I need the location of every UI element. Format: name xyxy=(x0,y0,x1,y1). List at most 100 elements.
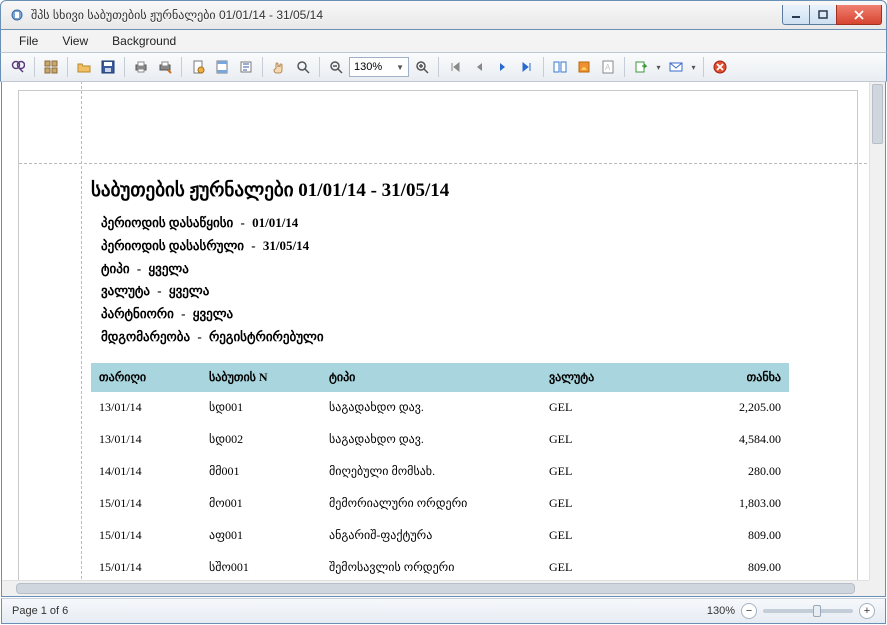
col-amount: თანხა xyxy=(671,363,789,392)
magnifier-icon[interactable] xyxy=(292,56,314,78)
meta-currency-value: ყველა xyxy=(169,283,209,298)
search-icon[interactable] xyxy=(7,56,29,78)
vertical-scrollbar[interactable] xyxy=(869,82,885,580)
table-row: 13/01/14სდ002საგადახდო დავ.GEL4,584.00 xyxy=(91,424,789,456)
margin-guide-v xyxy=(81,82,82,580)
window-title: შპს სხივი საბუთების ჟურნალები 01/01/14 -… xyxy=(31,8,783,22)
meta-type-value: ყველა xyxy=(148,261,188,276)
next-page-icon[interactable] xyxy=(492,56,514,78)
cell-currency: GEL xyxy=(541,520,671,552)
col-type: ტიპი xyxy=(321,363,541,392)
first-page-icon[interactable] xyxy=(444,56,466,78)
cell-docno: სშო001 xyxy=(201,552,321,581)
cell-currency: GEL xyxy=(541,392,671,424)
cell-currency: GEL xyxy=(541,488,671,520)
minimize-button[interactable] xyxy=(782,5,810,25)
cell-currency: GEL xyxy=(541,456,671,488)
toolbar: 130% ▼ A ▾ ▾ xyxy=(0,52,887,82)
meta-period-start: 01/01/14 xyxy=(252,215,298,230)
cell-type: საგადახდო დავ. xyxy=(321,392,541,424)
document-viewport: საბუთების ჟურნალები 01/01/14 - 31/05/14 … xyxy=(1,82,886,597)
print-icon[interactable] xyxy=(130,56,152,78)
cell-currency: GEL xyxy=(541,552,671,581)
cell-amount: 809.00 xyxy=(671,520,789,552)
status-zoom-value: 130% xyxy=(707,605,735,617)
open-icon[interactable] xyxy=(73,56,95,78)
cell-amount: 2,205.00 xyxy=(671,392,789,424)
meta-period-start-label: პერიოდის დასაწყისი xyxy=(101,215,233,230)
menu-background[interactable]: Background xyxy=(102,32,186,50)
margin-guide-h xyxy=(19,163,869,164)
export-document-icon[interactable] xyxy=(630,56,652,78)
meta-currency-label: ვალუტა xyxy=(101,283,150,298)
cell-type: მიღებული მომსახ. xyxy=(321,456,541,488)
hand-tool-icon[interactable] xyxy=(268,56,290,78)
save-icon[interactable] xyxy=(97,56,119,78)
menu-file[interactable]: File xyxy=(9,32,48,50)
cell-type: ანგარიშ-ფაქტურა xyxy=(321,520,541,552)
zoom-out-icon[interactable] xyxy=(325,56,347,78)
report-meta: პერიოდის დასაწყისი - 01/01/14 პერიოდის დ… xyxy=(91,212,789,349)
cell-date: 15/01/14 xyxy=(91,520,201,552)
close-preview-icon[interactable] xyxy=(709,56,731,78)
statusbar: Page 1 of 6 130% − + xyxy=(1,598,886,624)
page-setup-icon[interactable] xyxy=(187,56,209,78)
table-row: 13/01/14სდ001საგადახდო დავ.GEL2,205.00 xyxy=(91,392,789,424)
table-row: 15/01/14აფ001ანგარიშ-ფაქტურაGEL809.00 xyxy=(91,520,789,552)
table-row: 14/01/14მმ001მიღებული მომსახ.GEL280.00 xyxy=(91,456,789,488)
multipage-icon[interactable] xyxy=(549,56,571,78)
cell-date: 15/01/14 xyxy=(91,488,201,520)
cell-docno: მმ001 xyxy=(201,456,321,488)
page-info: Page 1 of 6 xyxy=(12,605,68,617)
scale-icon[interactable] xyxy=(235,56,257,78)
menu-view[interactable]: View xyxy=(52,32,98,50)
table-row: 15/01/14მო001მემორიალური ორდერიGEL1,803.… xyxy=(91,488,789,520)
cell-type: მემორიალური ორდერი xyxy=(321,488,541,520)
table-row: 15/01/14სშო001შემოსავლის ორდერიGEL809.00 xyxy=(91,552,789,581)
app-icon xyxy=(9,7,25,23)
email-dropdown-icon[interactable]: ▾ xyxy=(689,56,698,78)
cell-amount: 809.00 xyxy=(671,552,789,581)
zoom-combo[interactable]: 130% ▼ xyxy=(349,57,409,77)
close-button[interactable] xyxy=(836,5,882,25)
document-canvas[interactable]: საბუთების ჟურნალები 01/01/14 - 31/05/14 … xyxy=(2,82,869,580)
cell-date: 15/01/14 xyxy=(91,552,201,581)
email-icon[interactable] xyxy=(665,56,687,78)
cell-docno: აფ001 xyxy=(201,520,321,552)
quick-print-icon[interactable] xyxy=(154,56,176,78)
cell-type: შემოსავლის ორდერი xyxy=(321,552,541,581)
zoom-out-button[interactable]: − xyxy=(741,603,757,619)
cell-docno: სდ001 xyxy=(201,392,321,424)
thumbnails-icon[interactable] xyxy=(40,56,62,78)
meta-partner-value: ყველა xyxy=(193,306,233,321)
zoom-in-button[interactable]: + xyxy=(859,603,875,619)
horizontal-scrollbar[interactable] xyxy=(2,580,869,596)
cell-amount: 1,803.00 xyxy=(671,488,789,520)
col-date: თარიღი xyxy=(91,363,201,392)
meta-status-label: მდგომარეობა xyxy=(101,329,190,344)
prev-page-icon[interactable] xyxy=(468,56,490,78)
watermark-icon[interactable]: A xyxy=(597,56,619,78)
report-table: თარიღი საბუთის N ტიპი ვალუტა თანხა 13/01… xyxy=(91,363,789,581)
zoom-slider[interactable] xyxy=(763,609,853,613)
menubar: File View Background xyxy=(0,30,887,52)
zoom-in-icon[interactable] xyxy=(411,56,433,78)
scrollbar-thumb[interactable] xyxy=(872,84,883,144)
col-currency: ვალუტა xyxy=(541,363,671,392)
meta-type-label: ტიპი xyxy=(101,261,130,276)
col-docno: საბუთის N xyxy=(201,363,321,392)
export-dropdown-icon[interactable]: ▾ xyxy=(654,56,663,78)
cell-amount: 280.00 xyxy=(671,456,789,488)
maximize-button[interactable] xyxy=(809,5,837,25)
cell-type: საგადახდო დავ. xyxy=(321,424,541,456)
scrollbar-thumb[interactable] xyxy=(16,583,855,594)
zoom-slider-knob[interactable] xyxy=(813,605,821,617)
color-icon[interactable] xyxy=(573,56,595,78)
last-page-icon[interactable] xyxy=(516,56,538,78)
report-page: საბუთების ჟურნალები 01/01/14 - 31/05/14 … xyxy=(18,90,858,580)
meta-period-end-label: პერიოდის დასასრული xyxy=(101,238,244,253)
table-header-row: თარიღი საბუთის N ტიპი ვალუტა თანხა xyxy=(91,363,789,392)
cell-date: 14/01/14 xyxy=(91,456,201,488)
header-footer-icon[interactable] xyxy=(211,56,233,78)
cell-amount: 4,584.00 xyxy=(671,424,789,456)
